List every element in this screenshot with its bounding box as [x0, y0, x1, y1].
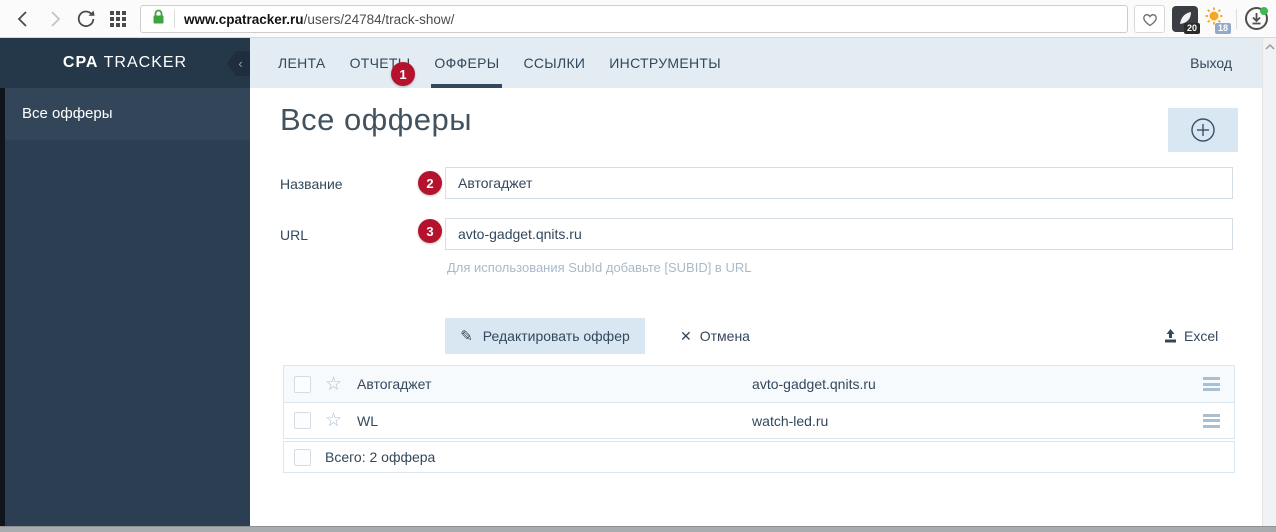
weather-extension-icon[interactable]: 18	[1203, 6, 1231, 34]
ssl-lock-icon[interactable]	[151, 8, 166, 30]
logo-tracker: TRACKER	[98, 54, 188, 71]
app-logo: CPA TRACKER	[63, 54, 187, 72]
browser-window: www.cpatracker.ru/users/24784/track-show…	[0, 0, 1276, 532]
pencil-icon: ✎	[460, 328, 473, 345]
sidebar-edge-strip	[0, 38, 5, 526]
apps-grid-icon[interactable]	[106, 7, 130, 31]
offer-url-cell: avto-gadget.qnits.ru	[752, 376, 876, 392]
subid-hint: Для использования SubId добавьте [SUBID]…	[447, 260, 752, 275]
add-offer-button[interactable]	[1168, 108, 1238, 152]
offer-name-cell: Автогаджет	[357, 376, 432, 392]
url-path: /users/24784/track-show/	[303, 11, 455, 27]
address-bar[interactable]: www.cpatracker.ru/users/24784/track-show…	[140, 5, 1128, 33]
table-row[interactable]: ☆ Автогаджет avto-gadget.qnits.ru	[284, 366, 1234, 402]
refresh-icon[interactable]	[74, 7, 98, 31]
excel-label: Excel	[1184, 328, 1219, 344]
offer-name-input[interactable]	[445, 167, 1233, 199]
table-total-row: Всего: 2 оффера	[283, 441, 1235, 473]
sidebar: CPA TRACKER ‹ Все офферы	[0, 38, 250, 526]
offers-table: ☆ Автогаджет avto-gadget.qnits.ru ☆ WL w…	[283, 365, 1235, 439]
offer-url-input[interactable]	[445, 218, 1233, 250]
horizontal-scrollbar[interactable]	[0, 526, 1276, 532]
favorites-heart-icon[interactable]	[1134, 5, 1165, 33]
name-field-label: Название	[280, 176, 343, 192]
edit-offer-button[interactable]: ✎ Редактировать оффер	[445, 318, 645, 354]
logo-cpa: CPA	[62, 54, 99, 71]
offer-name-cell: WL	[357, 412, 379, 429]
edit-offer-label: Редактировать оффер	[482, 328, 630, 344]
close-x-icon: ✕	[680, 327, 692, 344]
toolbar-divider	[1236, 9, 1237, 29]
screenshot-extension-badge: 20	[1183, 23, 1200, 34]
logout-link[interactable]: Выход	[1190, 38, 1232, 88]
page-title: Все офферы	[280, 102, 473, 137]
row-checkbox[interactable]	[294, 375, 311, 393]
cancel-button[interactable]: ✕ Отмена	[680, 318, 750, 354]
sidebar-header: CPA TRACKER ‹	[0, 38, 250, 88]
vertical-scrollbar[interactable]	[1262, 38, 1276, 526]
row-menu-icon[interactable]	[1203, 413, 1220, 428]
plus-circle-icon	[1191, 118, 1215, 142]
upload-icon	[1165, 329, 1176, 343]
browser-toolbar: www.cpatracker.ru/users/24784/track-show…	[0, 0, 1276, 38]
star-icon[interactable]: ☆	[325, 375, 342, 394]
url-separator	[174, 10, 175, 28]
main-content: ЛЕНТА ОТЧЕТЫ ОФФЕРЫ ССЫЛКИ ИНСТРУМЕНТЫ В…	[250, 38, 1262, 526]
annotation-badge-2: 2	[418, 171, 442, 195]
screenshot-extension-icon[interactable]: 20	[1172, 6, 1200, 34]
nav-item-tools[interactable]: ИНСТРУМЕНТЫ	[606, 38, 724, 88]
download-complete-dot	[1260, 7, 1268, 15]
url-text: www.cpatracker.ru/users/24784/track-show…	[184, 12, 454, 27]
offer-url-cell: watch-led.ru	[752, 412, 829, 429]
nav-item-offers[interactable]: ОФФЕРЫ	[431, 38, 502, 88]
row-menu-icon[interactable]	[1203, 377, 1220, 391]
nav-item-feed[interactable]: ЛЕНТА	[275, 38, 329, 88]
url-domain: www.cpatracker.ru	[184, 11, 304, 27]
select-all-checkbox[interactable]	[294, 448, 311, 466]
chevron-left-icon: ‹	[238, 56, 243, 71]
cancel-label: Отмена	[699, 328, 750, 344]
back-icon[interactable]	[12, 7, 36, 31]
weather-extension-badge: 18	[1214, 23, 1231, 34]
excel-export-button[interactable]: Excel	[1163, 318, 1218, 354]
star-icon[interactable]: ☆	[325, 411, 342, 430]
table-row[interactable]: ☆ WL watch-led.ru	[284, 402, 1234, 438]
url-field-label: URL	[280, 227, 309, 243]
forward-icon[interactable]	[42, 7, 66, 31]
row-checkbox[interactable]	[294, 412, 311, 429]
annotation-badge-1: 1	[391, 62, 415, 86]
sidebar-item-all-offers[interactable]: Все офферы	[0, 88, 250, 140]
total-label: Всего: 2 оффера	[325, 449, 436, 465]
sidebar-collapse-button[interactable]: ‹	[227, 51, 250, 76]
downloads-icon[interactable]	[1245, 7, 1268, 30]
annotation-badge-3: 3	[418, 219, 442, 243]
nav-item-links[interactable]: ССЫЛКИ	[520, 38, 588, 88]
scroll-up-icon[interactable]	[1265, 43, 1275, 51]
